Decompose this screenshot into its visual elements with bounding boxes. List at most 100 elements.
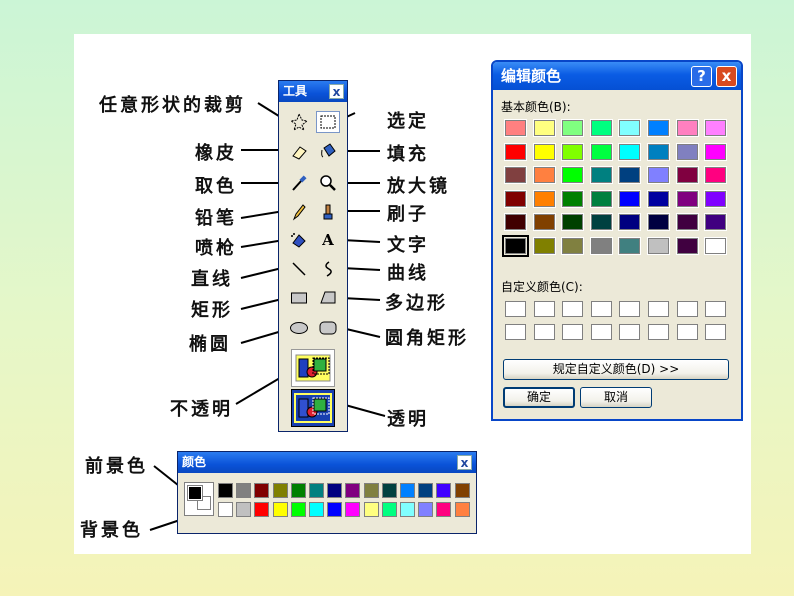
ellipse-tool[interactable] (287, 317, 311, 339)
foreground-color-swatch[interactable] (187, 485, 203, 501)
basic-color-swatch[interactable] (704, 189, 728, 208)
custom-color-swatch[interactable] (648, 301, 669, 317)
basic-color-swatch[interactable] (504, 142, 527, 161)
brush-tool[interactable] (316, 201, 340, 223)
palette-color-swatch[interactable] (309, 502, 324, 517)
palette-color-swatch[interactable] (436, 502, 452, 517)
palette-titlebar[interactable]: 颜色 x (178, 452, 476, 473)
palette-color-swatch[interactable] (236, 483, 252, 498)
ok-button[interactable]: 确定 (503, 387, 575, 408)
basic-color-swatch[interactable] (532, 166, 556, 185)
custom-color-swatch[interactable] (648, 324, 669, 340)
palette-color-swatch[interactable] (218, 502, 233, 517)
palette-color-swatch[interactable] (290, 483, 306, 498)
basic-color-swatch[interactable] (704, 213, 728, 232)
custom-color-swatch[interactable] (562, 301, 584, 317)
eraser-tool[interactable] (287, 140, 311, 162)
basic-color-swatch[interactable] (618, 166, 642, 185)
palette-color-swatch[interactable] (327, 483, 343, 498)
basic-color-swatch[interactable] (532, 142, 556, 161)
basic-color-swatch[interactable] (561, 189, 585, 208)
basic-color-swatch[interactable] (675, 189, 699, 208)
palette-color-swatch[interactable] (272, 483, 288, 498)
basic-color-swatch[interactable] (618, 142, 642, 161)
basic-color-swatch[interactable] (589, 166, 613, 185)
basic-color-swatch[interactable] (675, 142, 699, 161)
basic-color-swatch[interactable] (532, 213, 556, 232)
palette-color-swatch[interactable] (436, 483, 452, 498)
line-tool[interactable] (287, 258, 311, 280)
basic-color-swatch[interactable] (647, 166, 670, 185)
palette-color-swatch[interactable] (272, 502, 288, 517)
palette-color-swatch[interactable] (454, 502, 470, 517)
curve-tool[interactable] (316, 258, 340, 280)
basic-color-swatch[interactable] (704, 142, 728, 161)
rounded-rect-tool[interactable] (316, 317, 340, 339)
basic-color-swatch[interactable] (647, 213, 670, 232)
palette-color-swatch[interactable] (345, 502, 361, 517)
palette-color-swatch[interactable] (363, 502, 379, 517)
rectangle-tool[interactable] (287, 287, 311, 309)
basic-color-swatch[interactable] (647, 237, 670, 255)
custom-color-swatch[interactable] (705, 324, 727, 340)
palette-color-swatch[interactable] (454, 483, 470, 498)
airbrush-tool[interactable] (287, 229, 311, 251)
custom-color-swatch[interactable] (533, 324, 555, 340)
basic-color-swatch[interactable] (647, 119, 670, 137)
custom-color-swatch[interactable] (590, 301, 612, 317)
basic-color-swatch[interactable] (561, 237, 585, 255)
basic-color-swatch[interactable] (647, 142, 670, 161)
palette-color-swatch[interactable] (381, 502, 397, 517)
text-tool[interactable]: A (316, 229, 340, 251)
opaque-option[interactable] (291, 349, 335, 387)
basic-color-swatch[interactable] (704, 166, 728, 185)
basic-color-swatch[interactable] (675, 237, 699, 255)
basic-color-swatch[interactable] (504, 189, 527, 208)
basic-color-swatch[interactable] (589, 237, 613, 255)
cancel-button[interactable]: 取消 (580, 387, 652, 408)
custom-color-swatch[interactable] (562, 324, 584, 340)
palette-color-swatch[interactable] (218, 483, 233, 498)
basic-color-swatch[interactable] (561, 213, 585, 232)
palette-color-swatch[interactable] (418, 502, 434, 517)
basic-color-swatch[interactable] (561, 166, 585, 185)
basic-color-swatch[interactable] (675, 213, 699, 232)
basic-color-swatch[interactable] (561, 119, 585, 137)
custom-color-swatch[interactable] (590, 324, 612, 340)
basic-color-swatch[interactable] (704, 237, 728, 255)
pick-color-tool[interactable] (287, 172, 311, 194)
custom-color-swatch[interactable] (505, 301, 526, 317)
custom-color-swatch[interactable] (676, 324, 698, 340)
edit-colors-titlebar[interactable]: 编辑颜色 ? x (493, 62, 741, 90)
custom-color-swatch[interactable] (619, 324, 641, 340)
help-button[interactable]: ? (691, 66, 712, 87)
basic-color-swatch[interactable] (618, 213, 642, 232)
palette-color-swatch[interactable] (381, 483, 397, 498)
basic-color-swatch[interactable] (504, 213, 527, 232)
custom-color-swatch[interactable] (676, 301, 698, 317)
palette-color-swatch[interactable] (345, 483, 361, 498)
basic-color-swatch[interactable] (532, 119, 556, 137)
basic-color-swatch[interactable] (504, 119, 527, 137)
palette-color-swatch[interactable] (327, 502, 343, 517)
basic-color-swatch[interactable] (504, 166, 527, 185)
basic-color-swatch[interactable] (532, 237, 556, 255)
basic-color-swatch[interactable] (502, 235, 529, 257)
define-custom-colors-button[interactable]: 规定自定义颜色(D) >> (503, 359, 729, 380)
custom-color-swatch[interactable] (619, 301, 641, 317)
tools-titlebar[interactable]: 工具 x (279, 81, 347, 102)
palette-color-swatch[interactable] (363, 483, 379, 498)
palette-color-swatch[interactable] (400, 483, 415, 498)
palette-color-swatch[interactable] (254, 483, 270, 498)
free-select-tool[interactable] (287, 111, 311, 133)
basic-color-swatch[interactable] (589, 119, 613, 137)
polygon-tool[interactable] (316, 287, 340, 309)
basic-color-swatch[interactable] (675, 119, 699, 137)
fill-tool[interactable] (316, 140, 340, 162)
basic-color-swatch[interactable] (618, 237, 642, 255)
basic-color-swatch[interactable] (618, 189, 642, 208)
palette-color-swatch[interactable] (400, 502, 415, 517)
basic-color-swatch[interactable] (589, 142, 613, 161)
basic-color-swatch[interactable] (532, 189, 556, 208)
palette-color-swatch[interactable] (418, 483, 434, 498)
